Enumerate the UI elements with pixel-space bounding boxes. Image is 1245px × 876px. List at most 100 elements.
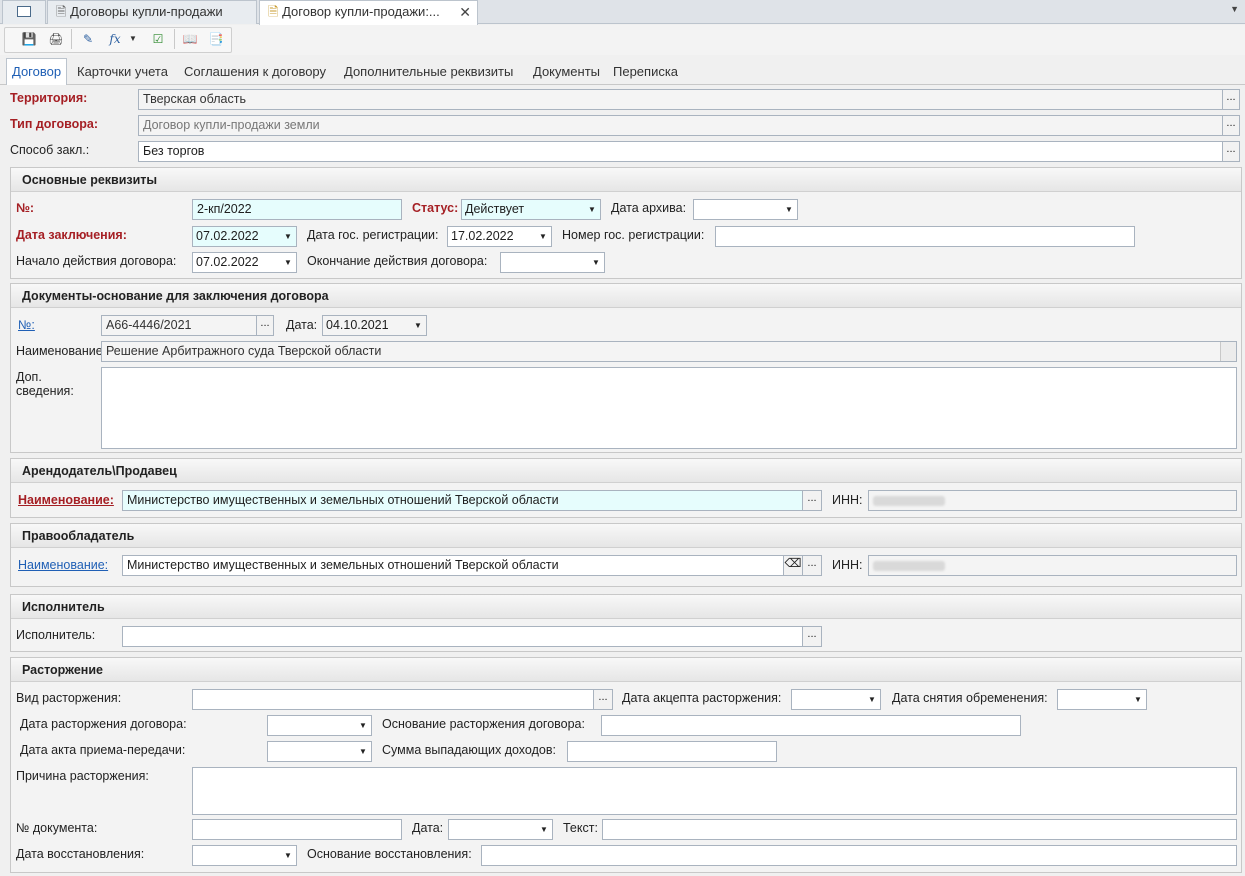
chevron-down-icon[interactable]: ▼ xyxy=(357,742,369,761)
basis-date-picker[interactable]: 04.10.2021 ▼ xyxy=(322,315,427,336)
window-icon xyxy=(17,6,31,17)
contract-type-browse-button[interactable]: ... xyxy=(1222,115,1240,136)
tab-contract-main[interactable]: Договор xyxy=(6,58,68,85)
term-date-picker[interactable]: ▼ xyxy=(267,715,372,736)
term-basis-field[interactable] xyxy=(601,715,1021,736)
basis-number-field[interactable]: А66-4446/2021 xyxy=(101,315,257,336)
method-field[interactable]: Без торгов xyxy=(138,141,1223,162)
holder-browse-button[interactable]: ... xyxy=(802,555,822,576)
chevron-down-icon[interactable]: ▼ xyxy=(586,200,598,219)
seller-name-field[interactable]: Министерство имущественных и земельных о… xyxy=(122,490,803,511)
chevron-down-icon[interactable]: ▼ xyxy=(357,716,369,735)
scroll-handle[interactable] xyxy=(1220,342,1236,361)
tabs-dropdown-icon[interactable]: ▼ xyxy=(1230,4,1239,14)
termination-kind-field[interactable] xyxy=(192,689,594,710)
act-date-label: Дата акта приема-передачи: xyxy=(20,743,186,757)
conclusion-date-picker[interactable]: 07.02.2022 ▼ xyxy=(192,226,297,247)
start-date-value: 07.02.2022 xyxy=(196,255,259,269)
tab-documents[interactable]: Документы xyxy=(533,64,600,79)
tab-label: Договоры купли-продажи xyxy=(70,4,223,19)
basis-name-field[interactable]: Решение Арбитражного суда Тверской облас… xyxy=(101,341,1237,362)
archive-date-picker[interactable]: ▼ xyxy=(693,199,798,220)
start-date-picker[interactable]: 07.02.2022 ▼ xyxy=(192,252,297,273)
group-title: Исполнитель xyxy=(11,595,1241,619)
seller-browse-button[interactable]: ... xyxy=(802,490,822,511)
tab-agreements[interactable]: Соглашения к договору xyxy=(184,64,326,79)
tab-home[interactable] xyxy=(2,0,46,24)
doc-number-field[interactable] xyxy=(192,819,402,840)
tab-additional-details[interactable]: Дополнительные реквизиты xyxy=(344,64,513,79)
end-date-picker[interactable]: ▼ xyxy=(500,252,605,273)
basis-number-link[interactable]: №: xyxy=(18,318,35,332)
number-label: №: xyxy=(16,201,35,215)
holder-name-link[interactable]: Наименование: xyxy=(18,558,108,572)
chevron-down-icon[interactable]: ▼ xyxy=(538,820,550,839)
reg-date-label: Дата гос. регистрации: xyxy=(307,228,439,242)
conclusion-date-value: 07.02.2022 xyxy=(196,229,259,243)
print-icon[interactable]: 🖨 xyxy=(46,29,66,49)
extra-info-textarea[interactable] xyxy=(101,367,1237,449)
act-date-picker[interactable]: ▼ xyxy=(267,741,372,762)
tab-contract[interactable]: 🗎 Договор купли-продажи:... ✕ xyxy=(259,0,478,25)
chevron-down-icon[interactable]: ▼ xyxy=(282,227,294,246)
reg-date-picker[interactable]: 17.02.2022 ▼ xyxy=(447,226,552,247)
tab-correspondence[interactable]: Переписка xyxy=(613,64,678,79)
holder-name-field[interactable]: Министерство имущественных и земельных о… xyxy=(122,555,784,576)
chevron-down-icon[interactable]: ▼ xyxy=(783,200,795,219)
dropdown-icon[interactable]: ▼ xyxy=(127,29,139,49)
accept-date-picker[interactable]: ▼ xyxy=(791,689,881,710)
chevron-down-icon[interactable]: ▼ xyxy=(866,690,878,709)
edit-document-icon: 🗎 xyxy=(268,4,279,19)
lost-income-field[interactable] xyxy=(567,741,777,762)
chevron-down-icon[interactable]: ▼ xyxy=(1132,690,1144,709)
reason-textarea[interactable] xyxy=(192,767,1237,815)
doc-text-field[interactable] xyxy=(602,819,1237,840)
status-select[interactable]: Действует ▼ xyxy=(461,199,601,220)
term-date-label: Дата расторжения договора: xyxy=(20,717,187,731)
eraser-icon[interactable]: ⌫ xyxy=(783,555,803,576)
restore-date-picker[interactable]: ▼ xyxy=(192,845,297,866)
method-browse-button[interactable]: ... xyxy=(1222,141,1240,162)
contract-type-label: Тип договора: xyxy=(10,117,99,131)
holder-inn-field[interactable] xyxy=(868,555,1237,576)
restore-basis-field[interactable] xyxy=(481,845,1237,866)
basis-name-label: Наименование: xyxy=(16,344,107,358)
basis-name-value: Решение Арбитражного суда Тверской облас… xyxy=(106,344,382,358)
seller-inn-field[interactable] xyxy=(868,490,1237,511)
close-icon[interactable]: ✕ xyxy=(459,1,471,23)
window-tab-bar: 🗎 Договоры купли-продажи 🗎 Договор купли… xyxy=(0,0,1245,25)
contract-type-field[interactable]: Договор купли-продажи земли xyxy=(138,115,1223,136)
seller-name-link[interactable]: Наименование: xyxy=(18,493,114,507)
check-doc-icon[interactable]: ☑ xyxy=(148,29,168,49)
edit-icon[interactable]: ✎ xyxy=(78,29,98,49)
territory-browse-button[interactable]: ... xyxy=(1222,89,1240,110)
encumbrance-date-label: Дата снятия обременения: xyxy=(892,691,1048,705)
group-title: Расторжение xyxy=(11,658,1241,682)
contract-number-field[interactable]: 2-кп/2022 xyxy=(192,199,402,220)
copy-doc-icon[interactable]: 📑 xyxy=(206,29,226,49)
formula-icon[interactable]: fx xyxy=(105,29,125,49)
chevron-down-icon[interactable]: ▼ xyxy=(412,316,424,335)
holder-inn-label: ИНН: xyxy=(832,558,863,572)
doc-date-picker[interactable]: ▼ xyxy=(448,819,553,840)
save-icon[interactable]: 💾 xyxy=(19,29,39,49)
chevron-down-icon[interactable]: ▼ xyxy=(590,253,602,272)
chevron-down-icon[interactable]: ▼ xyxy=(282,846,294,865)
chevron-down-icon[interactable]: ▼ xyxy=(282,253,294,272)
method-label: Способ закл.: xyxy=(10,143,90,157)
executor-field[interactable] xyxy=(122,626,803,647)
tab-contracts-list[interactable]: 🗎 Договоры купли-продажи xyxy=(47,0,257,24)
book-icon[interactable]: 📖 xyxy=(180,29,200,49)
doc-number-label: № документа: xyxy=(16,821,98,835)
territory-field[interactable]: Тверская область xyxy=(138,89,1223,110)
executor-browse-button[interactable]: ... xyxy=(802,626,822,647)
redacted-value xyxy=(873,560,945,571)
group-title: Основные реквизиты xyxy=(11,168,1241,192)
termination-kind-browse-button[interactable]: ... xyxy=(593,689,613,710)
basis-browse-button[interactable]: ... xyxy=(256,315,274,336)
tab-account-cards[interactable]: Карточки учета xyxy=(77,64,168,79)
reg-number-field[interactable] xyxy=(715,226,1135,247)
group-title: Арендодатель\Продавец xyxy=(11,459,1241,483)
chevron-down-icon[interactable]: ▼ xyxy=(537,227,549,246)
encumbrance-date-picker[interactable]: ▼ xyxy=(1057,689,1147,710)
